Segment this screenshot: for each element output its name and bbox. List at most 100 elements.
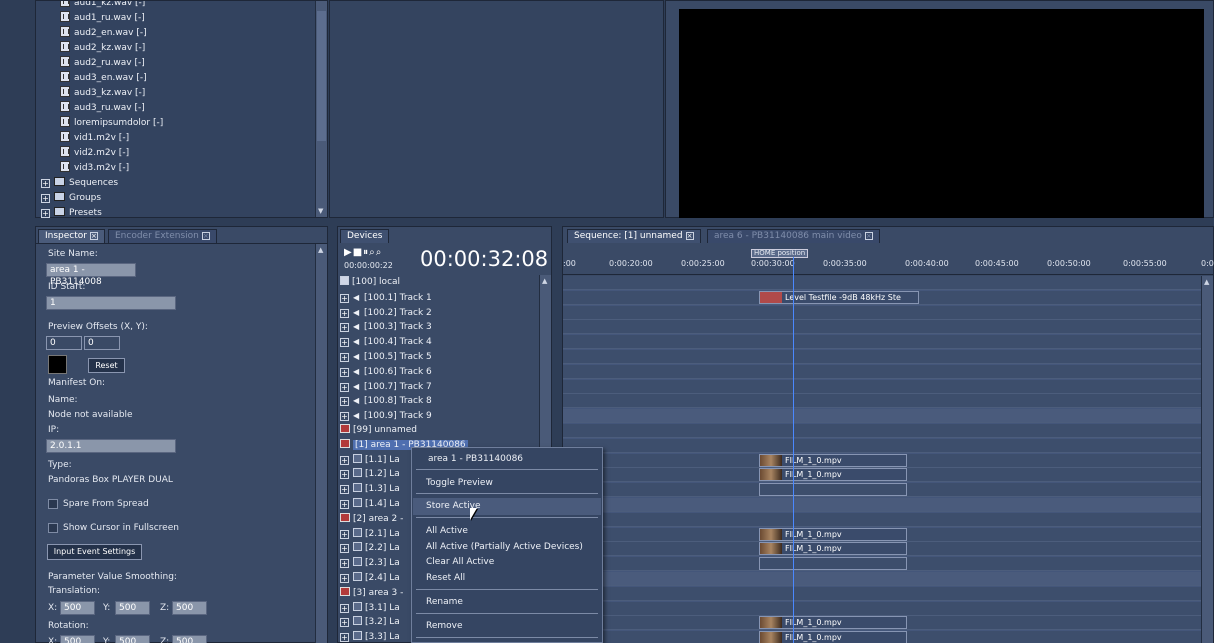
home-marker[interactable]: HOME position [751,249,809,258]
tree-file-item[interactable]: aud2_en.wav [-] [60,26,147,41]
menu-toggle-preview[interactable]: Toggle Preview [426,478,493,488]
device-row[interactable]: + ◀ [100.8] Track 8 [340,393,540,408]
expand-icon[interactable]: + [340,455,349,465]
tree-file-item[interactable]: vid2.m2v [-] [60,146,129,161]
tree-file-item[interactable]: aud2_ru.wav [-] [60,56,145,71]
expand-icon[interactable]: + [340,485,349,495]
video-clip[interactable]: FILM_1_0.mpv [759,631,907,643]
expand-icon[interactable]: + [340,559,349,569]
menu-all-active[interactable]: All Active [426,526,468,536]
timeline-track[interactable] [563,364,1201,379]
expand-icon[interactable]: + [340,618,349,628]
menu-all-active-partial[interactable]: All Active (Partially Active Devices) [426,542,583,552]
expand-icon[interactable]: + [340,382,349,392]
tree-scrollbar[interactable]: ▼ [315,1,327,217]
expand-icon[interactable]: + [340,529,349,539]
tree-file-item[interactable]: aud1_kz.wav [-] [60,1,145,11]
playhead[interactable] [793,257,794,643]
expand-icon[interactable]: + [340,397,349,407]
timeline-track[interactable] [563,424,1201,438]
timeline-track[interactable] [563,379,1201,394]
expand-icon[interactable]: + [340,367,349,377]
timeline-track[interactable] [563,335,1201,350]
timeline-ruler[interactable]: :00 0:00:20:00 0:00:25:00 0:00:30:00 0:00:35… [563,244,1214,275]
tree-file-item[interactable]: vid3.m2v [-] [60,161,129,176]
tree-folder-item[interactable]: + Sequences [41,176,118,191]
tree-file-item[interactable]: aud1_ru.wav [-] [60,11,145,26]
tree-folder-item[interactable]: + Groups [41,191,101,206]
expand-icon[interactable]: + [340,574,349,583]
scroll-down-icon[interactable]: ▼ [318,207,323,215]
close-icon[interactable]: × [685,231,694,240]
video-clip[interactable]: FILM_1_0.mpv [759,453,907,467]
device-row[interactable]: [100] local [340,275,540,290]
menu-reset-all[interactable]: Reset All [426,573,465,583]
timeline-track[interactable] [563,438,1201,453]
video-clip[interactable]: FILM_1_0.mpv [759,616,907,630]
color-swatch[interactable] [48,355,67,374]
expand-icon[interactable]: + [340,338,349,348]
expand-icon[interactable]: + [340,293,349,303]
timeline-track[interactable] [563,409,1201,424]
tree-file-item[interactable]: aud3_ru.wav [-] [60,101,145,116]
expand-icon[interactable]: + [41,179,50,188]
scroll-up-icon[interactable]: ▲ [1204,278,1209,286]
device-row[interactable]: + ◀ [100.3] Track 3 [340,319,540,334]
timeline-track[interactable] [563,276,1201,290]
expand-icon[interactable]: + [41,209,50,218]
device-row[interactable]: + ◀ [100.1] Track 1 [340,290,540,305]
timeline-track[interactable] [563,498,1201,512]
device-row[interactable]: + ◀ [100.6] Track 6 [340,364,540,379]
spare-checkbox[interactable] [48,499,58,509]
timeline-track[interactable] [563,572,1201,586]
close-icon[interactable]: × [89,231,98,240]
empty-clip[interactable] [759,557,907,571]
device-row[interactable]: + ◀ [100.7] Track 7 [340,379,540,394]
menu-rename[interactable]: Rename [426,597,463,607]
translation-x-field[interactable]: 500 [60,601,95,615]
close-icon[interactable]: × [201,231,210,240]
tab-sequence[interactable]: Sequence: [1] unnamed × [567,229,701,243]
menu-remove[interactable]: Remove [426,621,463,631]
device-row[interactable]: + ◀ [100.5] Track 5 [340,349,540,364]
tree-file-item[interactable]: aud3_kz.wav [-] [60,86,145,101]
tab-inspector[interactable]: Inspector × [38,229,105,243]
expand-icon[interactable]: + [340,323,349,333]
rotation-y-field[interactable]: 500 [115,635,150,643]
video-clip[interactable]: FILM_1_0.mpv [759,527,907,541]
translation-z-field[interactable]: 500 [172,601,207,615]
scroll-up-icon[interactable]: ▲ [542,277,547,285]
tab-area6[interactable]: area 6 - PB31140086 main video × [707,229,880,243]
tree-file-item[interactable]: aud2_kz.wav [-] [60,41,145,56]
empty-clip[interactable] [759,483,907,497]
menu-clear-all-active[interactable]: Clear All Active [426,557,494,567]
transport-controls[interactable]: ▶■⏸⌕⌕ [344,247,382,258]
tree-file-item[interactable]: vid1.m2v [-] [60,131,129,146]
tree-file-item[interactable]: aud3_en.wav [-] [60,71,147,86]
expand-icon[interactable]: + [340,544,349,554]
timeline-track[interactable] [563,350,1201,364]
device-row[interactable]: [99] unnamed [340,423,540,438]
rotation-x-field[interactable]: 500 [60,635,95,643]
timeline-track[interactable] [563,512,1201,527]
timeline-track[interactable] [563,305,1201,320]
reset-button[interactable]: Reset [88,358,125,373]
expand-icon[interactable]: + [340,633,349,643]
timeline-track[interactable] [563,394,1201,409]
expand-icon[interactable]: + [340,500,349,509]
scroll-up-icon[interactable]: ▲ [318,246,323,254]
timeline-scrollbar[interactable]: ▲ [1201,276,1213,643]
offset-x-field[interactable]: 0 [46,336,82,350]
close-icon[interactable]: × [864,231,873,240]
offset-y-field[interactable]: 0 [84,336,120,350]
cursor-checkbox[interactable] [48,523,58,533]
device-row[interactable]: + ◀ [100.2] Track 2 [340,305,540,320]
timeline-track[interactable] [563,320,1201,335]
inspector-scrollbar[interactable]: ▲ [315,244,327,643]
device-row[interactable]: + ◀ [100.9] Track 9 [340,408,540,423]
tree-folder-item[interactable]: + Presets [41,206,102,219]
expand-icon[interactable]: + [340,470,349,480]
timeline-track[interactable] [563,586,1201,601]
input-event-settings-button[interactable]: Input Event Settings [47,544,142,560]
timeline-track[interactable] [563,601,1201,616]
